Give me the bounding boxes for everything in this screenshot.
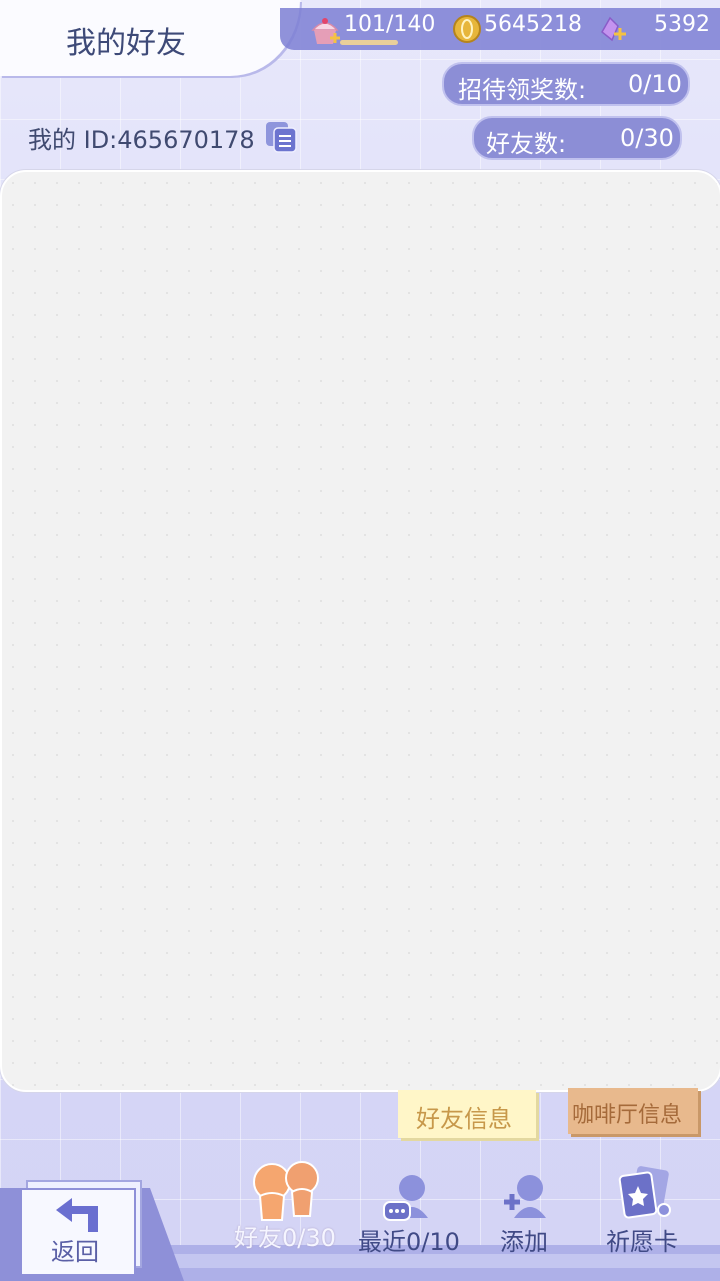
nav-friends[interactable]: 好友0/30	[232, 1150, 346, 1252]
cafe-info-label: 咖啡厅信息	[572, 1103, 683, 1128]
return-arrow-icon	[56, 1198, 98, 1232]
copy-icon[interactable]	[264, 120, 298, 154]
nav-recent[interactable]: 最近0/10	[356, 1160, 460, 1256]
cafe-info-tab[interactable]: 咖啡厅信息	[568, 1088, 698, 1134]
add-friend-icon	[504, 1175, 546, 1218]
reception-reward-pill: 招待领奖数: 0/10	[442, 62, 690, 106]
friend-count-label: 好友数:	[486, 130, 567, 158]
nav-add[interactable]: 添加	[494, 1160, 560, 1256]
nav-wish-card-label: 祈愿卡	[606, 1228, 678, 1256]
friend-count-value: 0/30	[620, 124, 674, 152]
reception-label: 招待领奖数:	[458, 76, 587, 104]
back-label: 返回	[51, 1238, 99, 1266]
friend-count-pill: 好友数: 0/30	[472, 116, 682, 160]
friend-info-tab[interactable]: 好友信息	[398, 1090, 536, 1138]
nav-wish-card[interactable]: 祈愿卡	[604, 1160, 688, 1256]
reception-value: 0/10	[628, 70, 682, 98]
nav-add-label: 添加	[500, 1228, 548, 1256]
friends-icon	[253, 1161, 319, 1221]
nav-recent-label: 最近0/10	[358, 1228, 460, 1256]
coin-value: 5645218	[484, 12, 582, 37]
recent-icon	[383, 1175, 428, 1221]
stamina-progress	[340, 40, 398, 45]
wish-card-icon	[618, 1166, 671, 1219]
stamina-value: 101/140	[344, 12, 436, 37]
cupcake-icon	[311, 18, 340, 44]
crystal-icon	[601, 16, 626, 42]
page-title: 我的好友	[66, 26, 186, 61]
title-tab: 我的好友	[0, 0, 300, 76]
coin-icon	[453, 15, 481, 43]
friend-list-panel[interactable]	[0, 170, 720, 1092]
nav-friends-label: 好友0/30	[234, 1224, 336, 1252]
gem-resource[interactable]: 5392	[594, 8, 720, 50]
friend-info-label: 好友信息	[416, 1105, 512, 1133]
my-id-text: 我的 ID:465670178	[28, 126, 255, 154]
coin-resource[interactable]: 5645218	[450, 8, 582, 50]
gem-value: 5392	[654, 12, 710, 37]
